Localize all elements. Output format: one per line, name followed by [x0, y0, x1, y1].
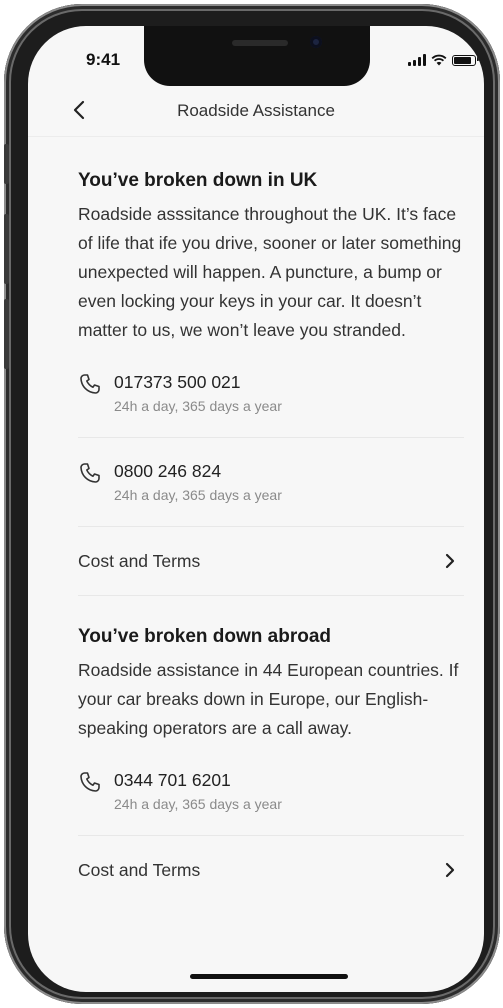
speaker-grille [232, 40, 288, 46]
phone-icon [80, 772, 100, 792]
home-indicator[interactable] [190, 974, 348, 979]
divider [78, 437, 464, 438]
phone-hours: 24h a day, 365 days a year [114, 398, 282, 414]
phone-number[interactable]: 0344 701 6201 [114, 769, 282, 791]
abroad-description: Roadside assistance in 44 European count… [78, 660, 459, 738]
chevron-right-icon [445, 553, 455, 569]
battery-nub [477, 55, 479, 61]
uk-heading: You’ve broken down in UK [78, 170, 318, 191]
phone-icon [80, 463, 100, 483]
battery-icon [452, 55, 476, 66]
volume-down-button [4, 299, 9, 369]
nav-bar: Roadside Assistance [28, 88, 484, 137]
phone-text: 0800 246 824 24h a day, 365 days a year [114, 460, 282, 506]
wifi-icon [431, 54, 447, 66]
uk-description: Roadside asssitance throughout the UK. I… [78, 204, 462, 340]
volume-up-button [4, 214, 9, 284]
chevron-right-icon [445, 862, 455, 878]
phone-row[interactable]: 017373 500 021 24h a day, 365 days a yea… [78, 371, 464, 417]
phone-hours: 24h a day, 365 days a year [114, 796, 282, 812]
page-title: Roadside Assistance [177, 101, 335, 120]
status-time: 9:41 [86, 50, 121, 69]
status-icons [408, 50, 479, 66]
screen: 9:41 Roadside Assistance You’ve broken d… [28, 26, 484, 992]
notch [144, 26, 370, 86]
phone-frame: 9:41 Roadside Assistance You’ve broken d… [4, 4, 500, 1004]
link-label: Cost and Terms [78, 859, 201, 880]
link-label: Cost and Terms [78, 550, 201, 571]
phone-text: 017373 500 021 24h a day, 365 days a yea… [114, 371, 282, 417]
phone-text: 0344 701 6201 24h a day, 365 days a year [114, 769, 282, 815]
phone-hours: 24h a day, 365 days a year [114, 487, 282, 503]
signal-icon [408, 54, 426, 66]
phone-number[interactable]: 0800 246 824 [114, 460, 282, 482]
phone-row[interactable]: 0344 701 6201 24h a day, 365 days a year [78, 769, 464, 815]
silent-switch [4, 144, 9, 184]
front-camera [310, 36, 322, 48]
phone-row[interactable]: 0800 246 824 24h a day, 365 days a year [78, 460, 464, 506]
uk-cost-terms-link[interactable]: Cost and Terms [78, 527, 464, 595]
abroad-heading: You’ve broken down abroad [78, 626, 332, 647]
content: You’ve broken down in UK Roadside asssit… [78, 136, 464, 904]
phone-icon [80, 374, 100, 394]
abroad-cost-terms-link[interactable]: Cost and Terms [78, 836, 464, 904]
phone-number[interactable]: 017373 500 021 [114, 371, 282, 393]
uk-section: You’ve broken down in UK Roadside asssit… [78, 136, 464, 596]
abroad-section: You’ve broken down abroad Roadside assis… [78, 596, 464, 904]
